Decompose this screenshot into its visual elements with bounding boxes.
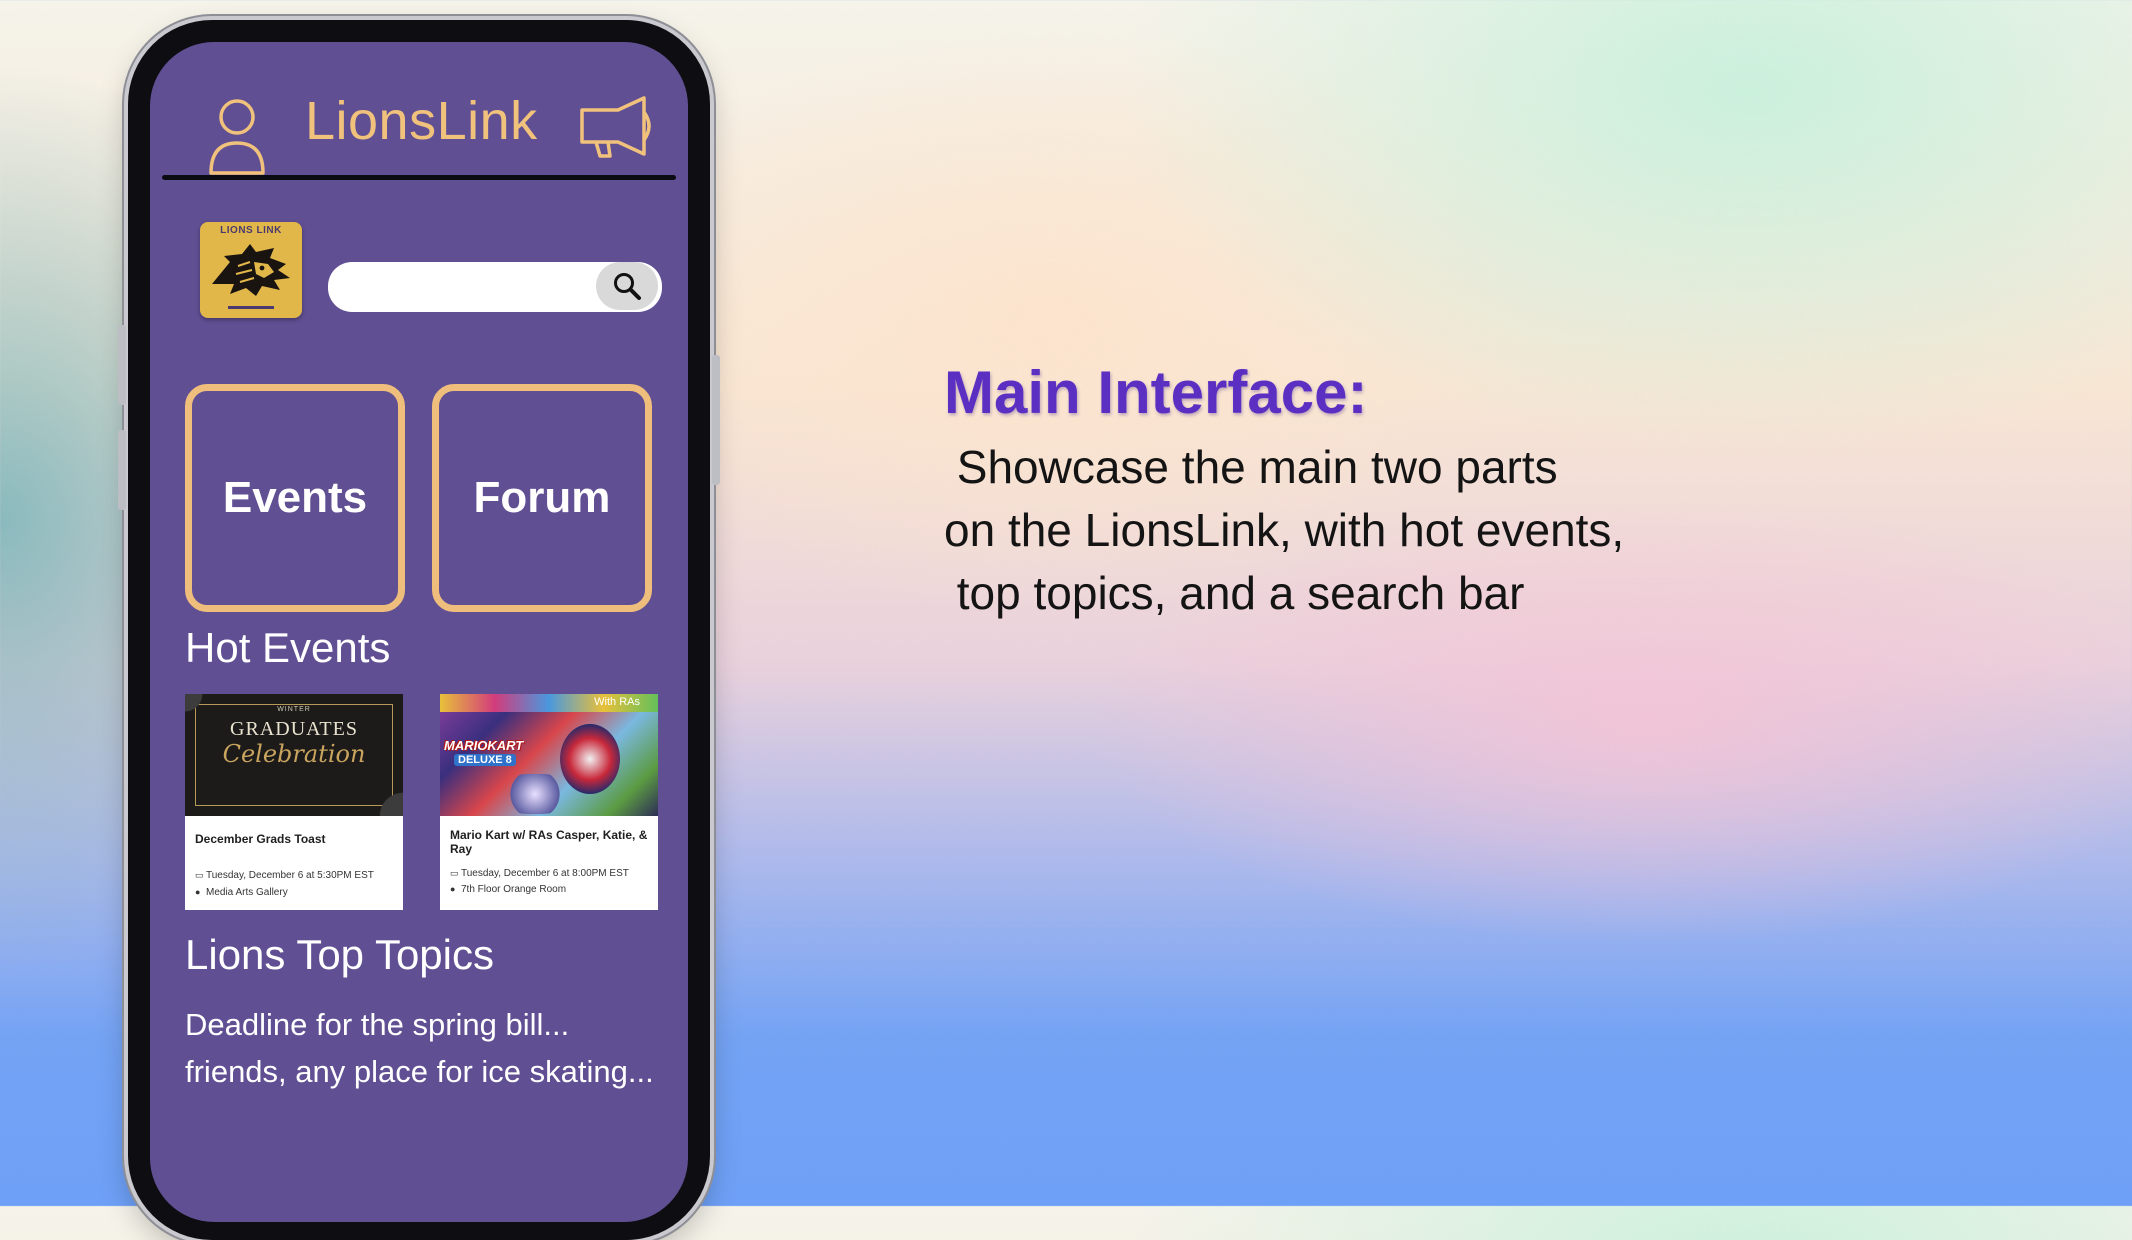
calendar-icon: ▭ bbox=[195, 870, 204, 880]
location-pin-icon: ● bbox=[450, 884, 456, 894]
phone-side-button bbox=[118, 325, 126, 405]
event-image-caption: With RAs bbox=[594, 696, 640, 708]
app-header: LionsLink bbox=[150, 42, 688, 180]
forum-tile[interactable]: Forum bbox=[432, 384, 652, 612]
phone-side-button bbox=[118, 430, 126, 510]
event-location: ● 7th Floor Orange Room bbox=[450, 884, 566, 895]
event-date: ▭ Tuesday, December 6 at 8:00PM EST bbox=[450, 868, 629, 879]
event-location-text: 7th Floor Orange Room bbox=[461, 884, 567, 895]
event-image-caption: WINTER bbox=[277, 706, 311, 713]
phone-mockup: LionsLink LIONS LINK Events Forum Hot Ev… bbox=[118, 20, 720, 1240]
app-screen: LionsLink LIONS LINK Events Forum Hot Ev… bbox=[150, 42, 688, 1222]
events-tile-label: Events bbox=[222, 473, 368, 522]
topic-item[interactable]: Deadline for the spring bill... bbox=[185, 1007, 569, 1043]
slide-description-line: Showcase the main two parts bbox=[944, 441, 1558, 493]
event-card[interactable]: With RAs MARIOKART DELUXE 8 Mario Kart w… bbox=[440, 694, 658, 910]
event-title: Mario Kart w/ RAs Casper, Katie, & Ray bbox=[450, 828, 648, 856]
event-title: December Grads Toast bbox=[195, 832, 326, 846]
slide-description-line: on the LionsLink, with hot events, bbox=[944, 504, 1625, 556]
forum-tile-label: Forum bbox=[473, 473, 611, 522]
event-image-caption: GRADUATES bbox=[230, 718, 358, 740]
hot-events-title: Hot Events bbox=[185, 624, 391, 671]
lion-logo-icon bbox=[212, 244, 290, 309]
search-button[interactable] bbox=[596, 262, 658, 310]
slide-description-line: top topics, and a search bar bbox=[944, 567, 1525, 619]
location-pin-icon: ● bbox=[195, 887, 201, 897]
events-tile[interactable]: Events bbox=[185, 384, 405, 612]
calendar-icon: ▭ bbox=[450, 868, 459, 878]
event-date-text: Tuesday, December 6 at 5:30PM EST bbox=[206, 870, 374, 881]
event-image: WINTER GRADUATES Celebration bbox=[185, 694, 403, 816]
event-card[interactable]: WINTER GRADUATES Celebration December Gr… bbox=[185, 694, 403, 910]
user-icon[interactable] bbox=[208, 95, 266, 177]
megaphone-icon[interactable] bbox=[578, 94, 654, 158]
topic-item[interactable]: friends, any place for ice skating... bbox=[185, 1054, 654, 1090]
event-image-caption: DELUXE 8 bbox=[454, 754, 516, 766]
event-image: With RAs MARIOKART DELUXE 8 bbox=[440, 694, 658, 816]
event-image-caption: MARIOKART bbox=[444, 738, 524, 753]
event-date-text: Tuesday, December 6 at 8:00PM EST bbox=[461, 868, 629, 879]
app-logo[interactable]: LIONS LINK bbox=[200, 222, 302, 318]
search-icon bbox=[614, 273, 641, 300]
app-title: LionsLink bbox=[305, 91, 538, 151]
header-divider bbox=[162, 175, 676, 180]
phone-power-button bbox=[712, 355, 720, 485]
event-image-caption: Celebration bbox=[222, 740, 366, 768]
event-location: ● Media Arts Gallery bbox=[195, 887, 288, 898]
slide-heading: Main Interface: bbox=[944, 359, 1368, 426]
top-topics-title: Lions Top Topics bbox=[185, 931, 494, 978]
event-date: ▭ Tuesday, December 6 at 5:30PM EST bbox=[195, 870, 374, 881]
event-location-text: Media Arts Gallery bbox=[206, 887, 288, 898]
